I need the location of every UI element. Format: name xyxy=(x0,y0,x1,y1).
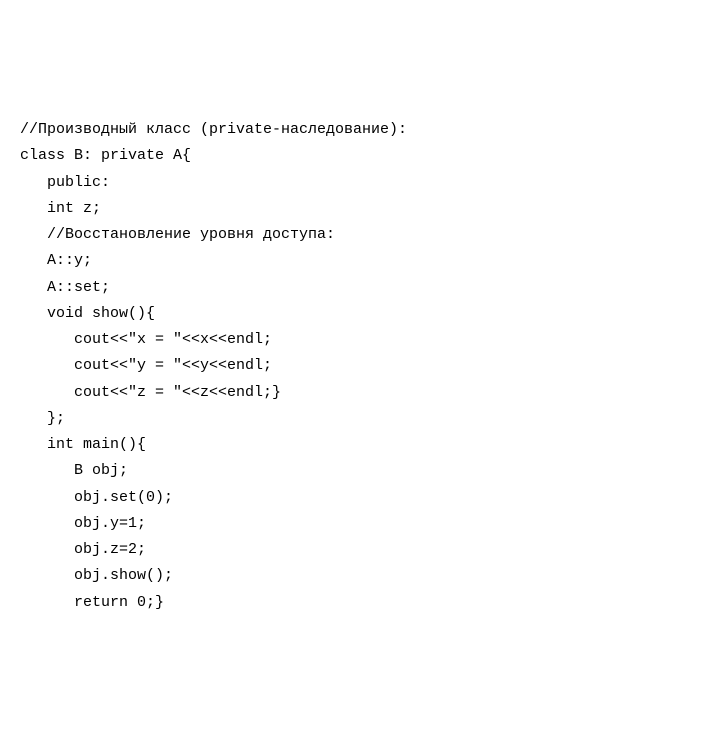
code-line: obj.y=1; xyxy=(20,511,700,537)
code-line: obj.z=2; xyxy=(20,537,700,563)
code-line: public: xyxy=(20,170,700,196)
code-line: //Восстановление уровня доступа: xyxy=(20,222,700,248)
code-line: A::y; xyxy=(20,248,700,274)
code-block: //Производный класс (private-наследовани… xyxy=(20,117,700,616)
code-line: int z; xyxy=(20,196,700,222)
code-line: B obj; xyxy=(20,458,700,484)
code-line: obj.show(); xyxy=(20,563,700,589)
code-line: int main(){ xyxy=(20,432,700,458)
code-line: A::set; xyxy=(20,275,700,301)
code-line: cout<<"y = "<<y<<endl; xyxy=(20,353,700,379)
code-line: cout<<"z = "<<z<<endl;} xyxy=(20,380,700,406)
code-line: obj.set(0); xyxy=(20,485,700,511)
code-line: return 0;} xyxy=(20,590,700,616)
code-line: class B: private A{ xyxy=(20,143,700,169)
code-line: //Производный класс (private-наследовани… xyxy=(20,117,700,143)
code-line: }; xyxy=(20,406,700,432)
code-line: void show(){ xyxy=(20,301,700,327)
code-line: cout<<"x = "<<x<<endl; xyxy=(20,327,700,353)
